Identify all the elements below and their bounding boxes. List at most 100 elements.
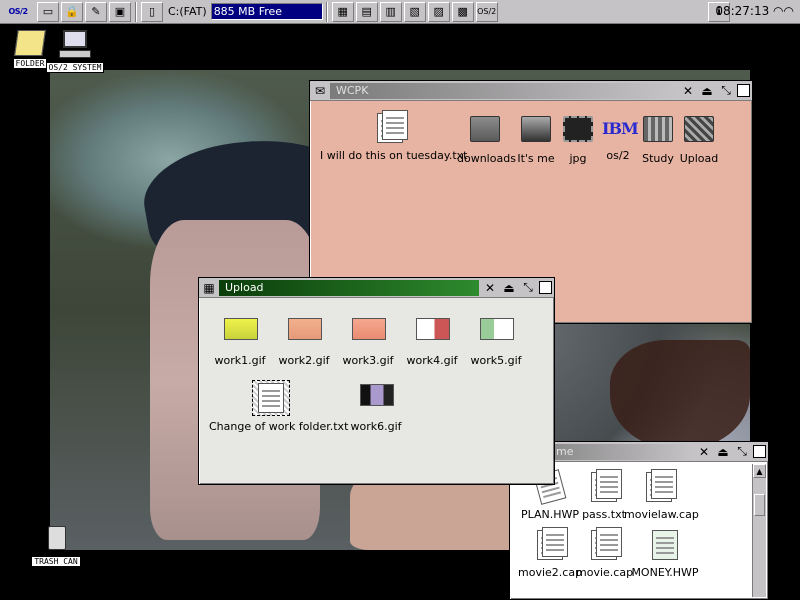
scroll-up-icon[interactable]: ▲ [753,464,766,478]
file-item[interactable]: work2.gif [275,314,333,367]
text-document-icon [252,380,290,416]
file-item[interactable]: work5.gif [467,314,525,367]
study-folder-icon [642,116,674,148]
file-name: Change of work folder.txt [209,420,349,433]
file-name: work4.gif [406,354,458,367]
window-list-icon[interactable]: ▭ [37,1,59,22]
file-item[interactable]: work3.gif [339,314,397,367]
desktop-icon-label: OS/2 SYSTEM [45,62,105,73]
folder-item[interactable]: It's me [514,113,558,165]
wcpk-window-icon[interactable]: ✉ [312,83,328,99]
scroll-thumb[interactable] [754,494,765,516]
text-document-icon [588,469,622,504]
file-name: MONEY.HWP [631,566,699,579]
folder-name: Study [642,152,674,165]
upload-window-icon[interactable]: ▦ [201,280,217,296]
file-name: work5.gif [470,354,522,367]
vertical-scrollbar[interactable]: ▲ [752,464,766,597]
drive-label: C:(FAT) [168,5,207,18]
file-item[interactable]: movielaw.cap [624,469,699,521]
file-name: movie.cap [576,566,634,579]
folder-item[interactable]: Upload [678,113,720,165]
lock-icon[interactable]: 🔒 [61,1,83,22]
upload-window[interactable]: ▦ Upload ✕ ⏏ ⤡ work1.gif work2.gif work3… [198,277,555,485]
toolbar-separator [325,1,328,22]
file-name: movie2.cap [518,566,583,579]
close-icon[interactable]: ✕ [696,444,712,460]
file-item[interactable]: work4.gif [403,314,461,367]
ibm-logo-icon: IBM [602,119,639,138]
folder-name: jpg [569,152,587,165]
file-name: I will do this on tuesday.txt [320,149,468,162]
os2-window-button[interactable]: OS/2 [475,1,498,22]
folder-item[interactable]: Study [638,113,678,165]
drive-free-space: 885 MB Free [210,3,323,20]
windows-icon[interactable]: ▩ [451,1,474,22]
minimize-icon[interactable]: ⤡ [734,444,750,460]
rollup-icon[interactable]: ⏏ [715,444,731,460]
wcpk-titlebar[interactable]: ✉ WCPK ✕ ⏏ ⤡ [310,81,752,101]
folder-name: It's me [517,152,555,165]
clock: 08:27:13 ◠◠ [715,4,794,18]
maximize-icon[interactable] [753,445,766,458]
wallpaper-hair [610,340,750,450]
wcpk-title: WCPK [330,82,677,99]
file-name: movielaw.cap [624,508,699,521]
gif-image-icon [352,318,386,350]
hwp-document-icon [649,530,681,562]
text-document-icon [374,110,408,145]
minimize-icon[interactable]: ⤡ [520,280,536,296]
desktop-icon-label: TRASH CAN [31,556,81,567]
gif-image-icon [224,318,258,350]
file-name: work6.gif [350,420,402,433]
file-item[interactable]: work1.gif [211,314,269,367]
photo-folder-icon [520,116,552,148]
downloads-folder-icon [469,116,501,148]
file-item[interactable]: work6.gif [347,380,405,433]
file-item[interactable]: MONEY.HWP [630,530,700,579]
upload-folder-icon [683,116,715,148]
folder-item[interactable]: jpg [558,113,598,165]
utilities-icon[interactable]: ▥ [379,1,402,22]
folder-name: Upload [679,152,719,165]
keyboard-icon[interactable]: ▦ [331,1,354,22]
desktop-icon-os2-system[interactable]: OS/2 SYSTEM [45,30,105,73]
minimize-icon[interactable]: ⤡ [718,83,734,99]
text-document-icon [534,527,568,562]
calendar-icon[interactable]: ▧ [403,1,426,22]
maximize-icon[interactable] [539,281,552,294]
file-item[interactable]: movie2.cap [518,527,583,579]
toolbar-separator [135,1,137,22]
shredder-icon[interactable]: ▨ [427,1,450,22]
close-icon[interactable]: ✕ [482,280,498,296]
file-name: work2.gif [278,354,330,367]
file-name: work1.gif [214,354,266,367]
program-icon[interactable]: ▤ [355,1,378,22]
system-setup-icon[interactable]: ▣ [109,1,131,22]
jpg-folder-icon [562,116,594,148]
rollup-icon[interactable]: ⏏ [699,83,715,99]
file-item[interactable]: I will do this on tuesday.txt [320,110,468,162]
desktop-icon-trash-can[interactable]: TRASH CAN [26,524,86,567]
upload-titlebar[interactable]: ▦ Upload ✕ ⏏ ⤡ [199,278,554,298]
upload-title: Upload [219,279,479,296]
file-item[interactable]: movie.cap [576,527,634,579]
os2-logo-icon[interactable]: OS/2 [0,2,36,22]
pen-icon[interactable]: ✎ [85,1,107,22]
file-name: PLAN.HWP [520,508,580,521]
clock-time: 08:27:13 [715,4,770,18]
close-icon[interactable]: ✕ [680,83,696,99]
trash-can-icon [40,524,72,554]
computer-icon [59,30,91,60]
os2-logo-text: OS/2 [8,7,28,16]
file-name: work3.gif [342,354,394,367]
rollup-icon[interactable]: ⏏ [501,280,517,296]
upload-content: work1.gif work2.gif work3.gif work4.gif … [201,300,552,482]
folder-item[interactable]: downloads [457,113,516,165]
file-item[interactable]: Change of work folder.txt [209,380,349,433]
folder-item[interactable]: IBM os/2 [598,113,639,162]
maximize-icon[interactable] [737,84,750,97]
folder-name: os/2 [606,149,630,162]
text-document-icon [643,469,677,504]
drive-icon[interactable]: ▯ [141,1,163,22]
